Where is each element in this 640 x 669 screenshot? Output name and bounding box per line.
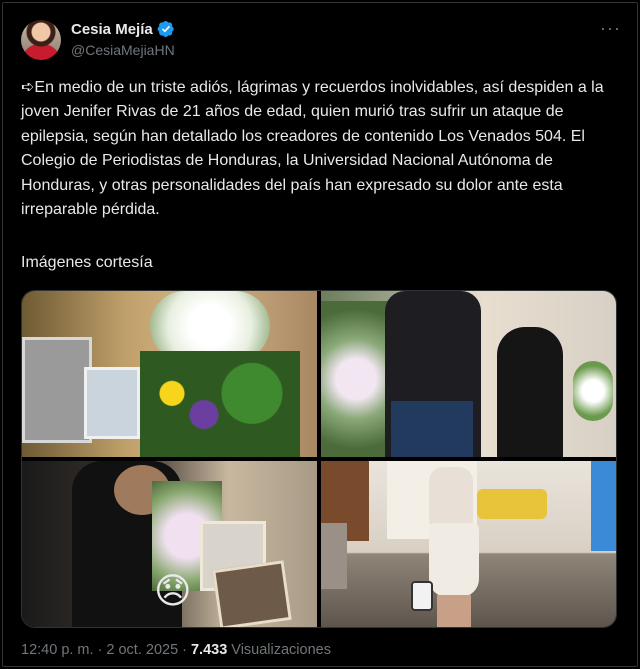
mourner-hoodie	[497, 327, 563, 457]
flower-arrangement	[321, 301, 391, 457]
sad-face-emoji: 😞	[154, 570, 192, 611]
author-display-name[interactable]: Cesia Mejía	[71, 21, 153, 38]
wreath-right	[573, 361, 613, 421]
avatar[interactable]	[21, 20, 61, 60]
tweet-header: Cesia Mejía @CesiaMejiaHN ···	[21, 14, 621, 64]
photo-frame-center	[84, 367, 140, 439]
yellow-couch	[477, 489, 547, 519]
handbag	[411, 581, 433, 611]
tweet-date[interactable]: 2 oct. 2025	[106, 642, 178, 658]
tweet-caption: Imágenes cortesía	[21, 254, 153, 271]
author-handle[interactable]: @CesiaMejiaHN	[71, 42, 175, 58]
tweet-time[interactable]: 12:40 p. m.	[21, 642, 94, 658]
woman-skirt	[429, 523, 479, 597]
author-name-row: Cesia Mejía	[71, 20, 175, 38]
flower-bouquet	[140, 351, 300, 457]
tweet-text-content: ➪En medio de un triste adiós, lágrimas y…	[21, 79, 604, 219]
footer-separator-2: ·	[182, 642, 187, 658]
side-table	[321, 523, 347, 589]
media-gallery: 😞	[21, 290, 617, 628]
mourner-jeans	[391, 401, 473, 457]
framed-photo-2	[212, 560, 292, 627]
views-label: Visualizaciones	[231, 642, 331, 658]
tweet-footer: 12:40 p. m. · 2 oct. 2025 · 7.433 Visual…	[21, 642, 331, 658]
photo-frame-left	[22, 337, 92, 443]
footer-separator: ·	[97, 642, 103, 658]
media-image-2[interactable]	[321, 291, 616, 457]
verified-badge-icon	[157, 20, 174, 38]
media-image-3[interactable]: 😞	[22, 461, 317, 627]
media-image-1[interactable]	[22, 291, 317, 457]
woman-top	[429, 467, 473, 525]
more-horizontal-icon[interactable]: ···	[600, 18, 621, 39]
views-count: 7.433	[190, 642, 228, 658]
blue-wall-right	[591, 461, 616, 551]
tweet-text: ➪En medio de un triste adiós, lágrimas y…	[21, 76, 621, 222]
woman-legs	[437, 595, 471, 627]
media-image-4[interactable]	[321, 461, 616, 627]
